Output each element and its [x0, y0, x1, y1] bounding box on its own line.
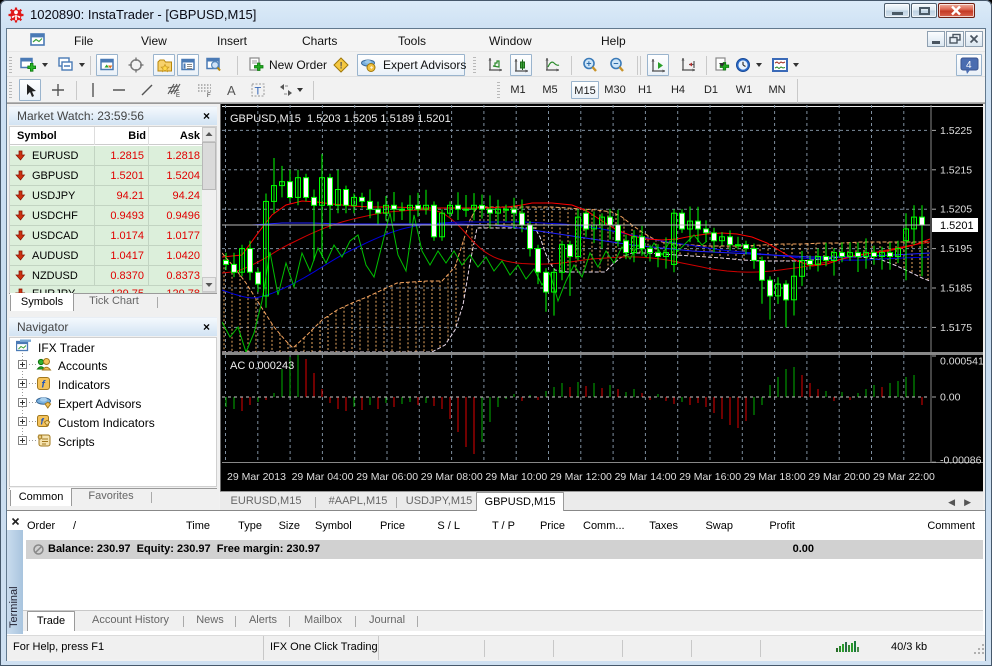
svg-text:29 Mar 14:00: 29 Mar 14:00 — [615, 471, 677, 483]
svg-text:29 Mar 10:00: 29 Mar 10:00 — [485, 471, 547, 483]
svg-text:AC 0.000243: AC 0.000243 — [230, 360, 294, 372]
svg-text:29 Mar 22:00: 29 Mar 22:00 — [873, 471, 935, 483]
svg-text:E: E — [176, 93, 180, 98]
svg-text:F: F — [207, 93, 211, 98]
svg-text:4: 4 — [966, 60, 972, 71]
svg-text:29 Mar 18:00: 29 Mar 18:00 — [744, 471, 806, 483]
svg-text:29 Mar 04:00: 29 Mar 04:00 — [292, 471, 354, 483]
svg-text:1.5205: 1.5205 — [940, 204, 972, 216]
svg-text:GBPUSD,M15 1.5203 1.5205 1.51: GBPUSD,M15 1.5203 1.5205 1.5189 1.5201 — [230, 113, 451, 125]
svg-text:1.5195: 1.5195 — [940, 243, 972, 255]
svg-text:-0.00086: -0.00086 — [940, 455, 982, 467]
svg-text:0.00: 0.00 — [940, 392, 961, 404]
svg-text:1.5201: 1.5201 — [940, 220, 974, 232]
svg-text:29 Mar 16:00: 29 Mar 16:00 — [679, 471, 741, 483]
svg-text:T: T — [255, 86, 262, 98]
svg-text:!: ! — [340, 61, 343, 71]
svg-text:1.5225: 1.5225 — [940, 125, 972, 137]
svg-text:29 Mar 06:00: 29 Mar 06:00 — [356, 471, 418, 483]
svg-text:0.000541: 0.000541 — [940, 356, 983, 368]
svg-text:1.5185: 1.5185 — [940, 283, 972, 295]
svg-text:1.5175: 1.5175 — [940, 322, 972, 334]
svg-text:A: A — [227, 83, 236, 98]
svg-text:29 Mar 20:00: 29 Mar 20:00 — [808, 471, 870, 483]
svg-text:29 Mar 08:00: 29 Mar 08:00 — [421, 471, 483, 483]
svg-text:−: − — [613, 59, 618, 69]
svg-text:+: + — [586, 59, 591, 69]
svg-text:1.5215: 1.5215 — [940, 164, 972, 176]
svg-text:29 Mar 2013: 29 Mar 2013 — [227, 471, 286, 483]
svg-text:29 Mar 12:00: 29 Mar 12:00 — [550, 471, 612, 483]
